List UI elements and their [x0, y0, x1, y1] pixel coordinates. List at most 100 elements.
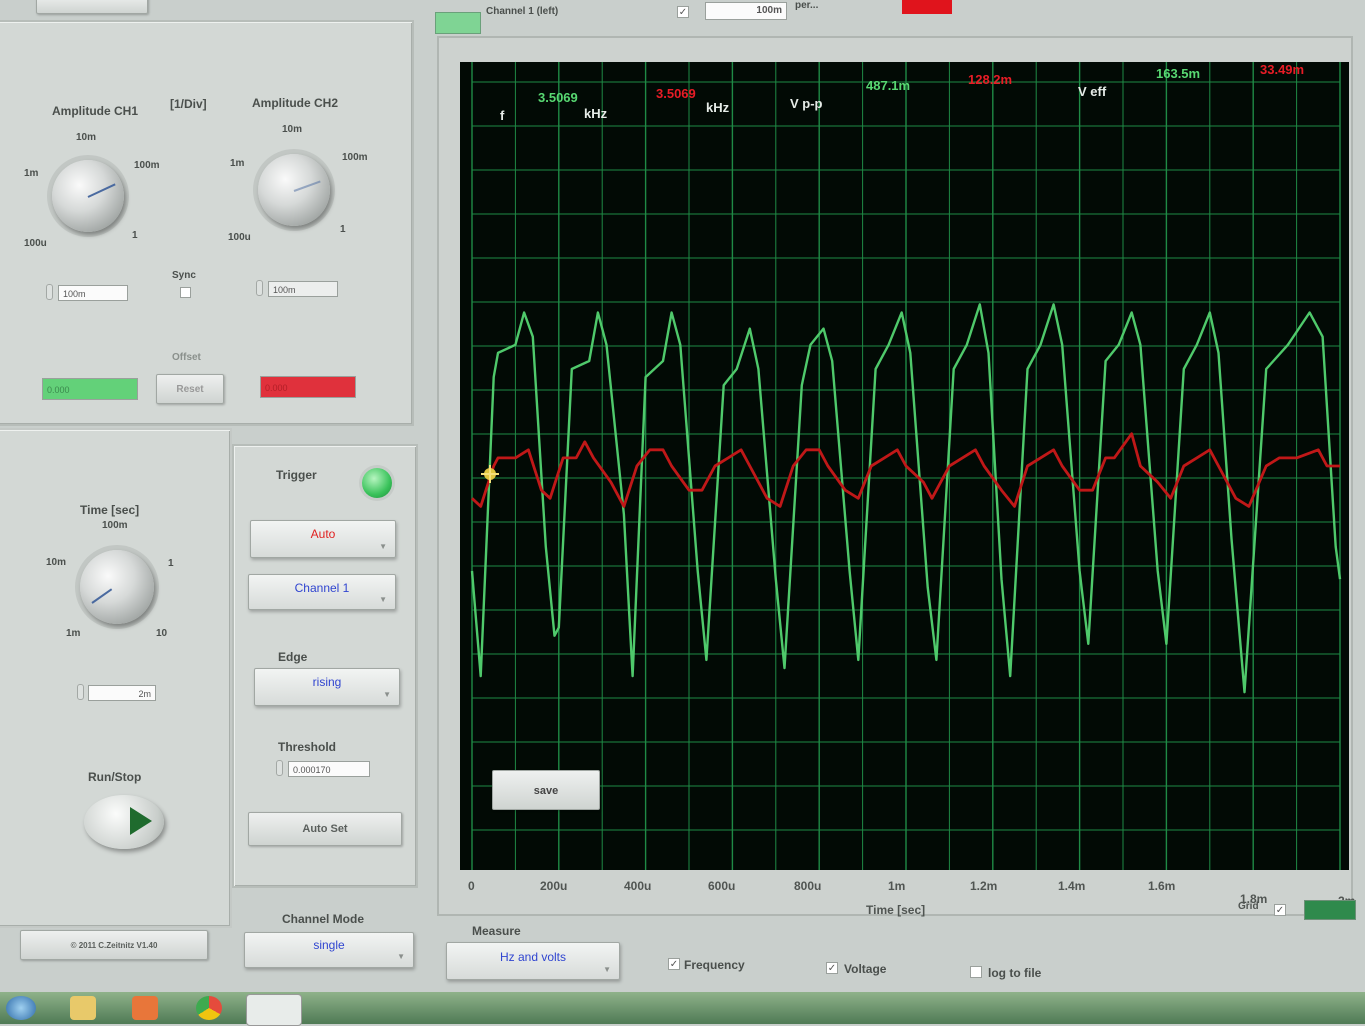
threshold-spinner[interactable] [276, 760, 283, 776]
ch1-offset-field[interactable]: 0.000 [42, 378, 138, 400]
chrome-icon[interactable] [196, 996, 222, 1020]
x-tick-label: 0 [468, 879, 475, 893]
time-value-field[interactable]: 2m [88, 685, 156, 701]
log-to-file-label: log to file [988, 966, 1042, 980]
ch2-offset-field[interactable]: 0.000 [260, 376, 356, 398]
x-axis-title: Time [sec] [866, 903, 926, 917]
amplitude-ch1-title: Amplitude CH1 [52, 104, 139, 118]
ch2-tick-1m: 1m [230, 158, 245, 169]
ch1-tick-100m: 100m [134, 160, 160, 171]
trigger-mode-dropdown[interactable]: Auto ▼ [250, 520, 396, 558]
amplitude-ch2-knob[interactable] [258, 154, 330, 226]
edge-label: Edge [278, 650, 308, 664]
frequency-checkbox[interactable]: ✓ [668, 958, 680, 970]
ch2-knob-indicator [293, 180, 321, 192]
chevron-down-icon: ▼ [383, 690, 391, 699]
amplitude-ch1-knob[interactable] [52, 160, 124, 232]
x-tick-label: 600u [708, 879, 736, 893]
start-icon[interactable] [6, 996, 36, 1020]
measure-mode-value: Hz and volts [499, 950, 567, 964]
amplitude-ch2-title: Amplitude CH2 [252, 96, 339, 110]
folder-icon[interactable] [70, 996, 96, 1020]
channel-checkbox[interactable]: ✓ [677, 6, 689, 18]
time-value-spinner[interactable] [77, 684, 84, 700]
measure-f-label: f [500, 108, 505, 123]
log-to-file-checkbox[interactable] [970, 966, 982, 978]
threshold-field[interactable]: 0.000170 [288, 761, 370, 777]
top-left-button-stub[interactable] [36, 0, 148, 14]
time-tick-10: 10 [156, 628, 168, 639]
grid-color-swatch[interactable] [1304, 900, 1356, 920]
auto-set-button[interactable]: Auto Set [248, 812, 402, 846]
run-stop-label: Run/Stop [88, 770, 142, 784]
ch1-tick-1m: 1m [24, 168, 39, 179]
sync-checkbox[interactable] [180, 287, 191, 298]
header-value-field[interactable]: 100m [705, 2, 787, 20]
x-tick-label: 1.4m [1058, 879, 1086, 893]
time-knob[interactable] [80, 550, 154, 624]
ch2-tick-100m: 100m [342, 152, 368, 163]
x-tick-label: 1.6m [1148, 879, 1176, 893]
ch1-value-spinner[interactable] [46, 284, 53, 300]
header-per-label: per... [795, 0, 819, 11]
frequency-label: Frequency [684, 958, 745, 972]
voltage-label: Voltage [844, 962, 887, 976]
trigger-mode-value: Auto [310, 527, 336, 541]
measure-ch2-vpp: 128.2m [968, 72, 1013, 87]
x-tick-label: 1.2m [970, 879, 998, 893]
threshold-label: Threshold [278, 740, 337, 754]
amplitude-unit-label: [1/Div] [170, 97, 207, 111]
x-tick-label: 800u [794, 879, 822, 893]
ch1-tick-1: 1 [132, 230, 138, 241]
chevron-down-icon: ▼ [397, 952, 405, 961]
ch2-tick-100u: 100u [228, 232, 251, 243]
time-tick-1: 1 [168, 558, 174, 569]
ch2-tick-1: 1 [340, 224, 346, 235]
ch2-tick-10m: 10m [282, 124, 303, 135]
ch1-value-field[interactable]: 100m [58, 285, 128, 301]
ch2-value-spinner[interactable] [256, 280, 263, 296]
measure-vpp-label: V p-p [790, 96, 823, 111]
channel1-indicator-label: Channel 1 (left) [486, 6, 559, 17]
trigger-edge-dropdown[interactable]: rising ▼ [254, 668, 400, 706]
time-title: Time [sec] [80, 503, 140, 517]
scope-app-icon[interactable] [246, 994, 302, 1026]
time-knob-indicator [91, 588, 113, 604]
x-tick-label: 1m [888, 879, 906, 893]
save-button[interactable]: save [492, 770, 600, 810]
scope-graph [470, 62, 1342, 870]
ch2-value-field[interactable]: 100m [268, 281, 338, 297]
trigger-marker-icon [481, 465, 499, 483]
channel-mode-dropdown[interactable]: single ▼ [244, 932, 414, 968]
chevron-down-icon: ▼ [379, 595, 387, 604]
time-tick-10m: 10m [46, 557, 67, 568]
media-player-icon[interactable] [132, 996, 158, 1020]
measure-ch1-freq-unit: kHz [584, 106, 608, 121]
ch1-tick-100u: 100u [24, 238, 47, 249]
trigger-status-led [362, 468, 392, 498]
measure-veff-label: V eff [1078, 84, 1107, 99]
measure-ch1-veff: 163.5m [1156, 66, 1201, 81]
measure-ch1-freq: 3.5069 [538, 90, 578, 105]
scope-plot: f 3.5069 kHz 3.5069 kHz V p-p 487.1m 128… [460, 62, 1349, 870]
offset-label: Offset [172, 352, 201, 363]
copyright-button[interactable]: © 2011 C.Zeitnitz V1.40 [20, 930, 208, 960]
trigger-source-dropdown[interactable]: Channel 1 ▼ [248, 574, 396, 610]
windows-taskbar [0, 992, 1365, 1026]
x-tick-label: 200u [540, 879, 568, 893]
chevron-down-icon: ▼ [379, 542, 387, 551]
measure-ch2-freq-unit: kHz [706, 100, 730, 115]
play-icon [130, 807, 152, 835]
measure-mode-dropdown[interactable]: Hz and volts ▼ [446, 942, 620, 980]
time-tick-100m: 100m [102, 520, 128, 531]
channel2-indicator-light [902, 0, 952, 14]
grid-checkbox[interactable]: ✓ [1274, 904, 1286, 916]
sync-label: Sync [172, 270, 196, 281]
voltage-checkbox[interactable]: ✓ [826, 962, 838, 974]
chevron-down-icon: ▼ [603, 965, 611, 974]
offset-reset-button[interactable]: Reset [156, 374, 224, 404]
ch1-tick-10m: 10m [76, 132, 97, 143]
run-stop-button[interactable] [84, 795, 164, 849]
channel-mode-label: Channel Mode [282, 912, 365, 926]
time-tick-1m: 1m [66, 628, 81, 639]
